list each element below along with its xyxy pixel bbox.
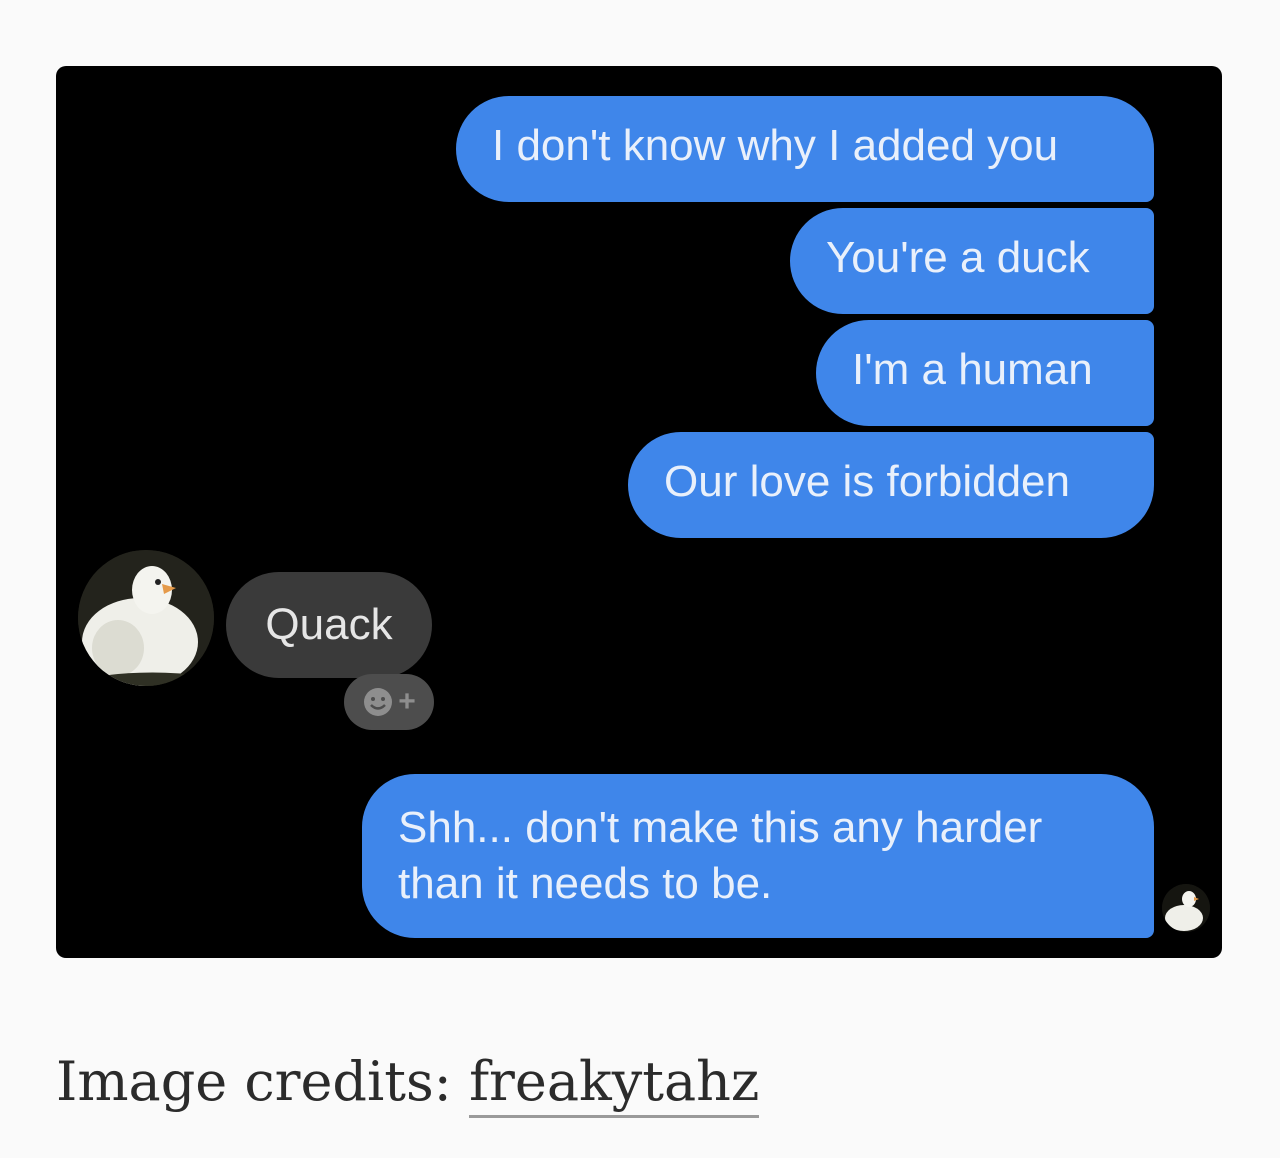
duck-seen-icon <box>1162 884 1210 932</box>
add-reaction-button[interactable]: + <box>344 674 434 730</box>
page: I don't know why I added you You're a du… <box>0 0 1280 1158</box>
outgoing-message[interactable]: You're a duck <box>790 208 1154 314</box>
credit-link[interactable]: freakytahz <box>469 1050 760 1118</box>
outgoing-message[interactable]: I'm a human <box>816 320 1154 426</box>
incoming-message[interactable]: Quack <box>226 572 432 678</box>
credits-label: Image credits: <box>56 1050 452 1113</box>
reaction-plus: + <box>398 685 416 718</box>
outgoing-message[interactable]: Shh... don't make this any harder than i… <box>362 774 1154 938</box>
add-reaction-icon <box>364 688 393 716</box>
outgoing-message[interactable]: I don't know why I added you <box>456 96 1154 202</box>
chat-window: I don't know why I added you You're a du… <box>56 66 1222 958</box>
image-credits: Image credits: freakytahz <box>56 1050 760 1118</box>
duck-avatar-icon[interactable] <box>78 550 214 686</box>
outgoing-message[interactable]: Our love is forbidden <box>628 432 1154 538</box>
